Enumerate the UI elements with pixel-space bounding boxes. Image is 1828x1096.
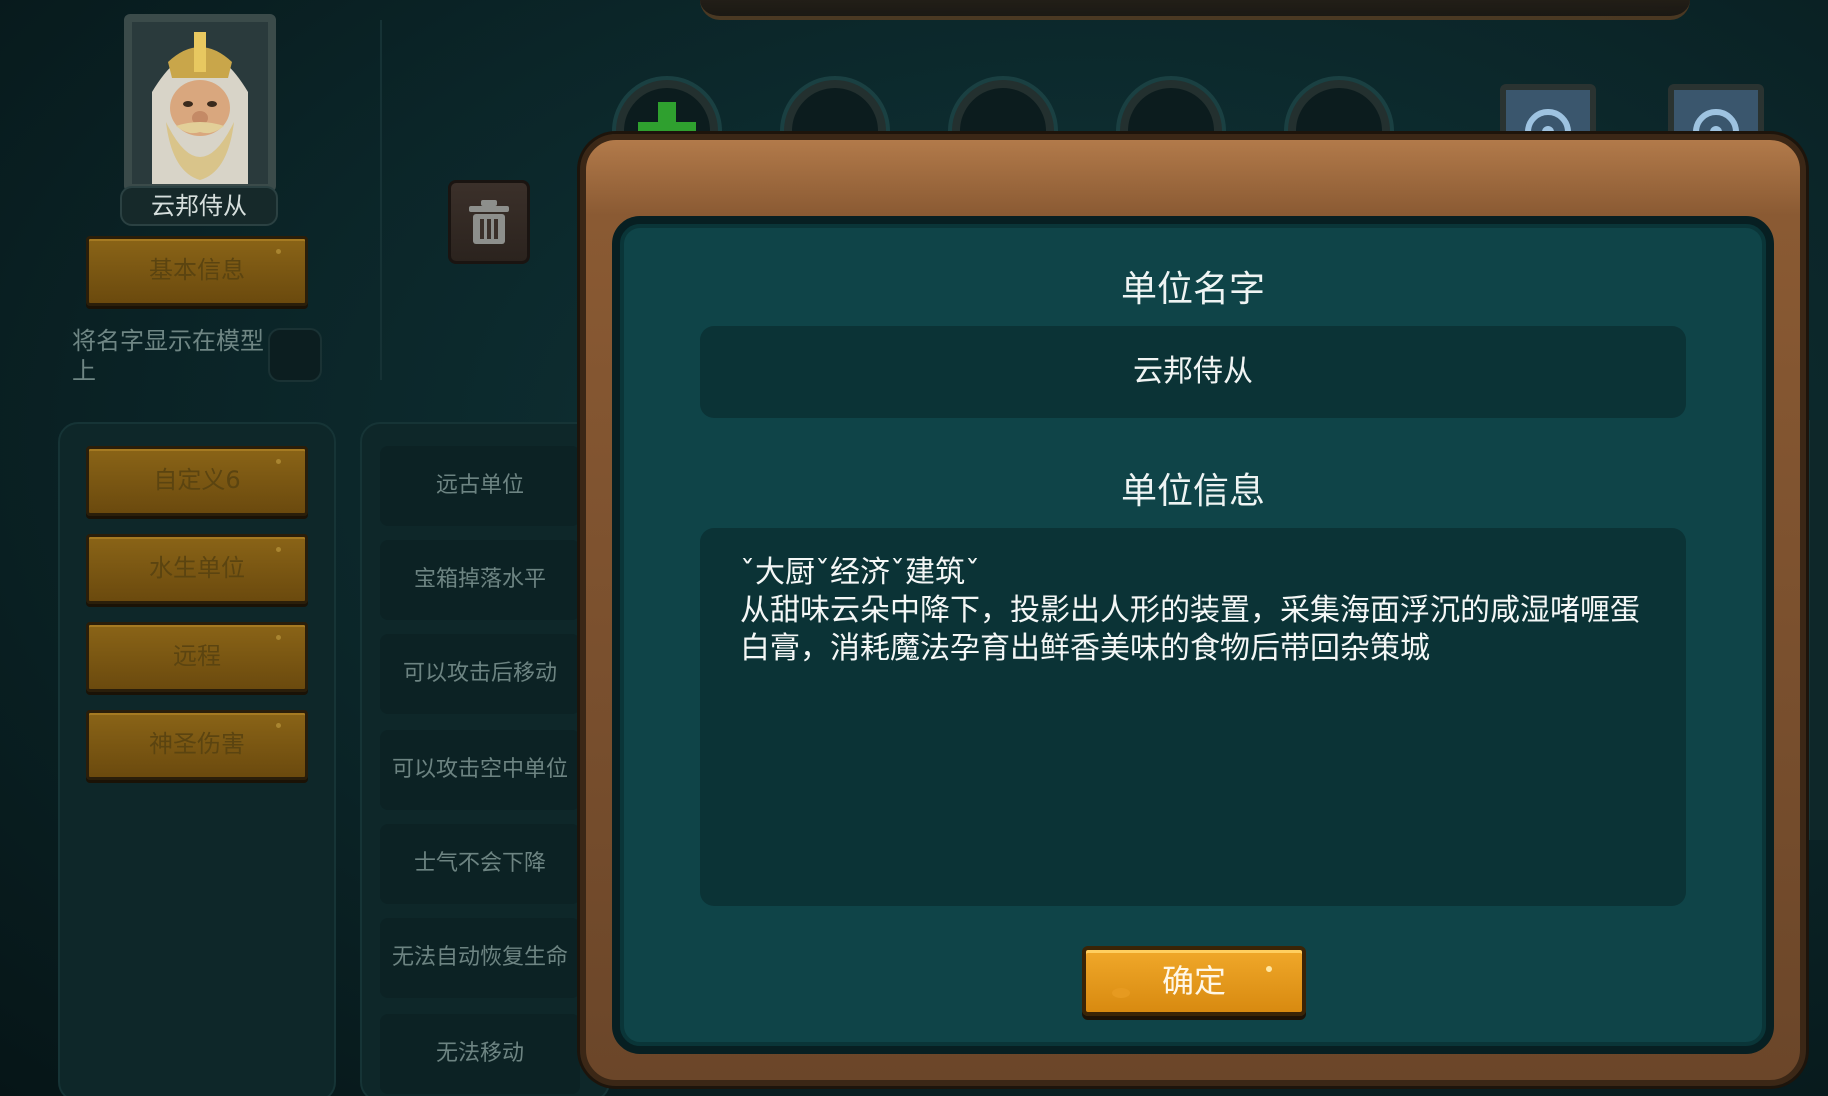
tag-label: 神圣伤害 bbox=[149, 730, 245, 758]
unit-name-value: 云邦侍从 bbox=[1133, 354, 1253, 389]
attribute-item[interactable]: 无法移动 bbox=[380, 1014, 580, 1094]
unit-name-title: 单位名字 bbox=[1120, 269, 1265, 310]
confirm-button[interactable]: 确定 bbox=[1082, 946, 1306, 1016]
unit-info-title: 单位信息 bbox=[1120, 471, 1265, 512]
tag-label: 水生单位 bbox=[149, 554, 245, 582]
show-name-label: 将名字显示在模型上 bbox=[72, 327, 264, 385]
tag-label: 自定义6 bbox=[153, 466, 241, 494]
unit-name-field[interactable]: 云邦侍从 bbox=[700, 326, 1686, 418]
basic-info-button[interactable]: 基本信息 bbox=[86, 236, 308, 306]
attribute-item[interactable]: 无法自动恢复生命 bbox=[380, 918, 580, 998]
confirm-label: 确定 bbox=[1161, 962, 1226, 1000]
right-panel-edge bbox=[1808, 420, 1828, 840]
trash-icon bbox=[469, 200, 509, 244]
tag-button[interactable]: 自定义6 bbox=[86, 446, 308, 516]
attribute-item[interactable]: 可以攻击空中单位 bbox=[380, 730, 580, 810]
unit-portrait[interactable] bbox=[124, 14, 276, 192]
attribute-item[interactable]: 可以攻击后移动 bbox=[380, 634, 580, 714]
tag-button[interactable]: 神圣伤害 bbox=[86, 710, 308, 780]
tag-button[interactable]: 远程 bbox=[86, 622, 308, 692]
tag-button[interactable]: 水生单位 bbox=[86, 534, 308, 604]
tag-label: 远程 bbox=[173, 642, 221, 670]
unit-info-text: ˇ大厨ˇ经济ˇ建筑ˇ 从甜味云朵中降下，投影出人形的装置，采集海面浮沉的咸湿啫喱… bbox=[740, 555, 1640, 666]
basic-info-label: 基本信息 bbox=[149, 256, 245, 284]
unit-info-field[interactable]: ˇ大厨ˇ经济ˇ建筑ˇ 从甜味云朵中降下，投影出人形的装置，采集海面浮沉的咸湿啫喱… bbox=[700, 528, 1686, 906]
show-name-checkbox[interactable] bbox=[268, 328, 322, 382]
attribute-item[interactable]: 远古单位 bbox=[380, 446, 580, 526]
top-ornament bbox=[700, 0, 1690, 20]
attribute-item[interactable]: 士气不会下降 bbox=[380, 824, 580, 904]
dwarf-portrait-icon bbox=[132, 22, 268, 184]
divider bbox=[380, 20, 382, 380]
attribute-item[interactable]: 宝箱掉落水平 bbox=[380, 540, 580, 620]
unit-name-plate: 云邦侍从 bbox=[120, 186, 278, 226]
delete-button[interactable] bbox=[448, 180, 530, 264]
